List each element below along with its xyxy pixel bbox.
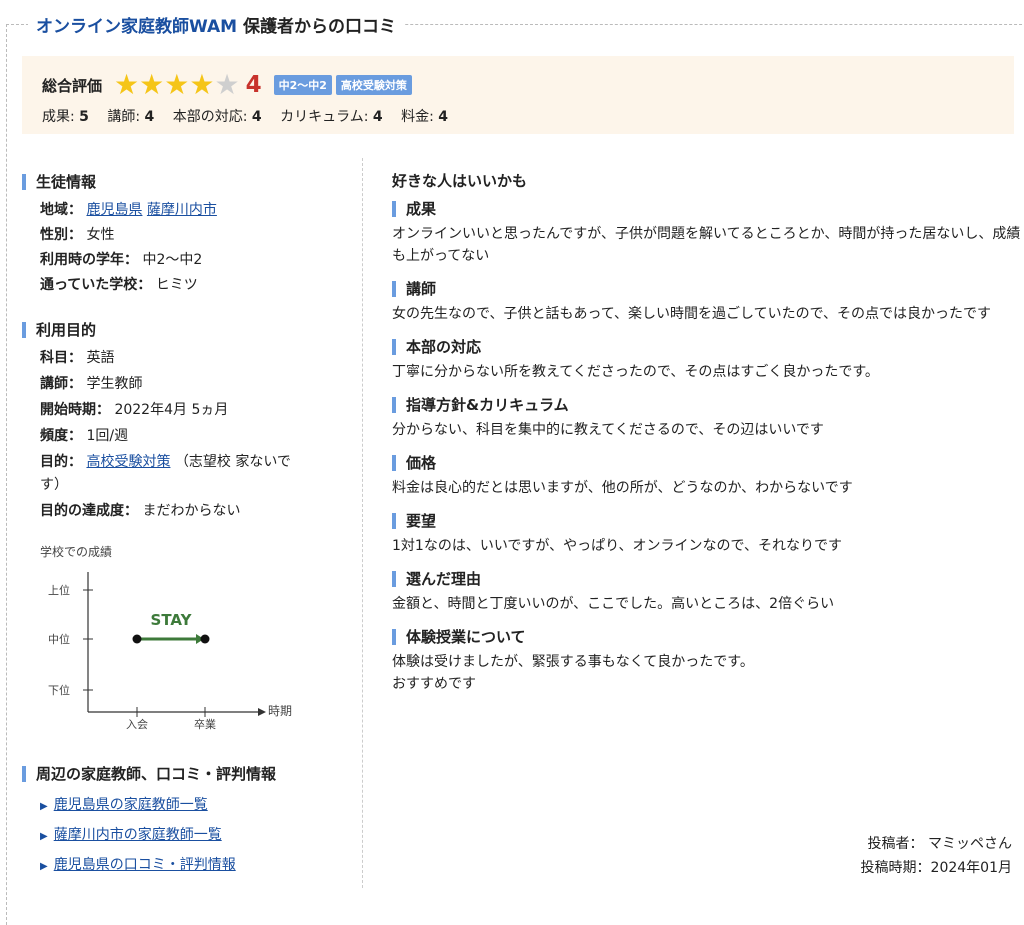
review-section-text: 1対1なのは、いいですが、やっぱり、オンラインなので、それなりです: [392, 538, 842, 554]
info-teacher: 講師： 学生教師: [40, 376, 143, 392]
triangle-right-icon: ▶: [40, 831, 48, 842]
info-school: 通っていた学校： ヒミツ: [40, 277, 198, 293]
poster-date-row: 投稿時期：2024年01月: [860, 860, 1012, 876]
poster-info: 投稿者： マミッペさん 投稿時期：2024年01月: [861, 832, 1012, 880]
nearby-link-city-tutors[interactable]: 薩摩川内市の家庭教師一覧: [54, 827, 222, 843]
score-support: 本部の対応: 4: [172, 109, 262, 125]
triangle-right-icon: ▶: [40, 861, 48, 872]
nearby-link-item: ▶ 薩摩川内市の家庭教師一覧: [40, 824, 222, 844]
nearby-link-item: ▶ 鹿児島県の口コミ・評判情報: [40, 854, 236, 874]
info-goal: 目的： 高校受験対策 （志望校 家ないで: [40, 454, 291, 470]
rating-summary: 総合評価 ★ ★ ★ ★ ★ 4 中2〜中2 高校受験対策 成果: 5 講師: 4 本部…: [22, 56, 1014, 134]
review-section-support: 本部の対応 丁寧に分からない所を教えてくださったので、その点はすごく良かったです…: [392, 339, 1022, 383]
nearby-heading: 周辺の家庭教師、口コミ・評判情報: [22, 766, 276, 782]
review-body: 好きな人はいいかも 成果 オンラインいいと思ったんですが、子供が問題を解いてると…: [392, 170, 1022, 709]
star-filled-icon: ★: [164, 68, 190, 101]
score-teacher: 講師: 4: [107, 109, 155, 125]
info-region: 地域： 鹿児島県 薩摩川内市: [40, 202, 217, 218]
review-section-price: 価格 料金は良心的だとは思いますが、他の所が、どうなのか、わからないです: [392, 455, 1022, 499]
review-section-text: 体験は受けましたが、緊張する事もなくて良かったです。 おすすめです: [392, 654, 754, 692]
stay-label: STAY: [151, 611, 193, 629]
review-section-text: 分からない、科目を集中的に教えてくださるので、その辺はいいです: [392, 422, 824, 438]
poster-name: マミッペさん: [928, 836, 1012, 852]
star-empty-icon: ★: [214, 68, 240, 101]
review-lead: 好きな人はいいかも: [392, 172, 528, 190]
nearby-link-pref-reviews[interactable]: 鹿児島県の口コミ・評判情報: [54, 857, 236, 873]
level-middle: 中位: [48, 632, 70, 646]
review-section-title: 選んだ理由: [392, 571, 1022, 587]
poster-date: 2024年01月: [930, 860, 1012, 876]
triangle-right-icon: ▶: [40, 801, 48, 812]
level-lower: 下位: [48, 683, 70, 697]
end-point: [200, 634, 210, 644]
score-results: 成果: 5: [42, 109, 89, 125]
review-section-title: 本部の対応: [392, 339, 1022, 355]
review-section-title: 要望: [392, 513, 1022, 529]
student-info-heading: 生徒情報: [22, 174, 96, 190]
region-pref-link[interactable]: 鹿児島県: [86, 202, 142, 218]
grade-chart: 学校での成績 上位 中位 下位 入会 卒業 時期 STAY: [40, 544, 292, 731]
rating-stars: ★ ★ ★ ★ ★: [114, 71, 240, 99]
review-section-text: 料金は良心的だとは思いますが、他の所が、どうなのか、わからないです: [392, 480, 853, 496]
x-axis-arrow: [258, 708, 266, 716]
review-section-text: オンラインいいと思ったんですが、子供が問題を解いてるところとか、時間が持った居な…: [392, 226, 1021, 264]
info-start: 開始時期： 2022年4月 5ヵ月: [40, 402, 229, 418]
review-section-title: 成果: [392, 201, 1022, 217]
score-price: 料金: 4: [401, 109, 448, 125]
info-frequency: 頻度： 1回/週: [40, 428, 129, 444]
review-section-curriculum: 指導方針&カリキュラム 分からない、科目を集中的に教えてくださるので、その辺はい…: [392, 397, 1022, 441]
review-section-reason: 選んだ理由 金額と、時間と丁度いいのが、ここでした。高いところは、2倍ぐらい: [392, 571, 1022, 615]
x-point-join: 入会: [126, 718, 148, 731]
purpose-tag: 高校受験対策: [335, 75, 412, 95]
review-section-teacher: 講師 女の先生なので、子供と話もあって、楽しい時間を過ごしていたので、その点では…: [392, 281, 1022, 325]
review-section-text: 丁寧に分からない所を教えてくださったので、その点はすごく良かったです。: [392, 364, 879, 380]
review-section-title: 体験授業について: [392, 629, 1022, 645]
overall-rating-label: 総合評価: [42, 76, 103, 95]
region-city-link[interactable]: 薩摩川内市: [147, 202, 217, 218]
category-scores: 成果: 5 講師: 4 本部の対応: 4 カリキュラム: 4 料金: 4: [42, 106, 462, 126]
page-title: オンライン家庭教師WAM 保護者からの口コミ: [28, 12, 404, 37]
info-goal-cont: す）: [40, 477, 68, 493]
title-suffix: 保護者からの口コミ: [237, 17, 396, 37]
review-section-title: 講師: [392, 281, 1022, 297]
overall-rating-row: 総合評価 ★ ★ ★ ★ ★ 4 中2〜中2 高校受験対策: [42, 71, 416, 99]
review-section-title: 価格: [392, 455, 1022, 471]
star-filled-icon: ★: [114, 68, 140, 101]
review-section-text: 金額と、時間と丁度いいのが、ここでした。高いところは、2倍ぐらい: [392, 596, 835, 612]
review-section-text: 女の先生なので、子供と話もあって、楽しい時間を過ごしていたので、その点では良かっ…: [392, 306, 992, 322]
review-section-request: 要望 1対1なのは、いいですが、やっぱり、オンラインなので、それなりです: [392, 513, 1022, 557]
x-point-graduate: 卒業: [194, 717, 216, 731]
nearby-link-item: ▶ 鹿児島県の家庭教師一覧: [40, 794, 208, 814]
column-divider: [362, 158, 363, 888]
x-axis-label: 時期: [268, 704, 292, 718]
goal-link[interactable]: 高校受験対策: [86, 454, 170, 470]
purpose-heading: 利用目的: [22, 322, 96, 338]
grade-tag: 中2〜中2: [273, 75, 332, 95]
nearby-link-pref-tutors[interactable]: 鹿児島県の家庭教師一覧: [54, 797, 208, 813]
info-gender: 性別： 女性: [40, 227, 115, 243]
star-filled-icon: ★: [139, 68, 165, 101]
poster-name-row: 投稿者： マミッペさん: [867, 836, 1012, 852]
info-achievement: 目的の達成度： まだわからない: [40, 503, 241, 519]
info-grade: 利用時の学年： 中2〜中2: [40, 252, 203, 268]
star-filled-icon: ★: [189, 68, 215, 101]
level-upper: 上位: [48, 583, 70, 597]
review-section-trial: 体験授業について 体験は受けましたが、緊張する事もなくて良かったです。 おすすめ…: [392, 629, 1022, 695]
chart-title: 学校での成績: [40, 544, 112, 559]
review-section-title: 指導方針&カリキュラム: [392, 397, 1022, 413]
score-curriculum: カリキュラム: 4: [280, 109, 383, 125]
start-point: [132, 634, 142, 644]
rating-score: 4: [245, 72, 262, 98]
brand-name: オンライン家庭教師WAM: [36, 17, 238, 37]
review-section-results: 成果 オンラインいいと思ったんですが、子供が問題を解いてるところとか、時間が持っ…: [392, 201, 1022, 267]
info-subject: 科目： 英語: [40, 350, 115, 366]
